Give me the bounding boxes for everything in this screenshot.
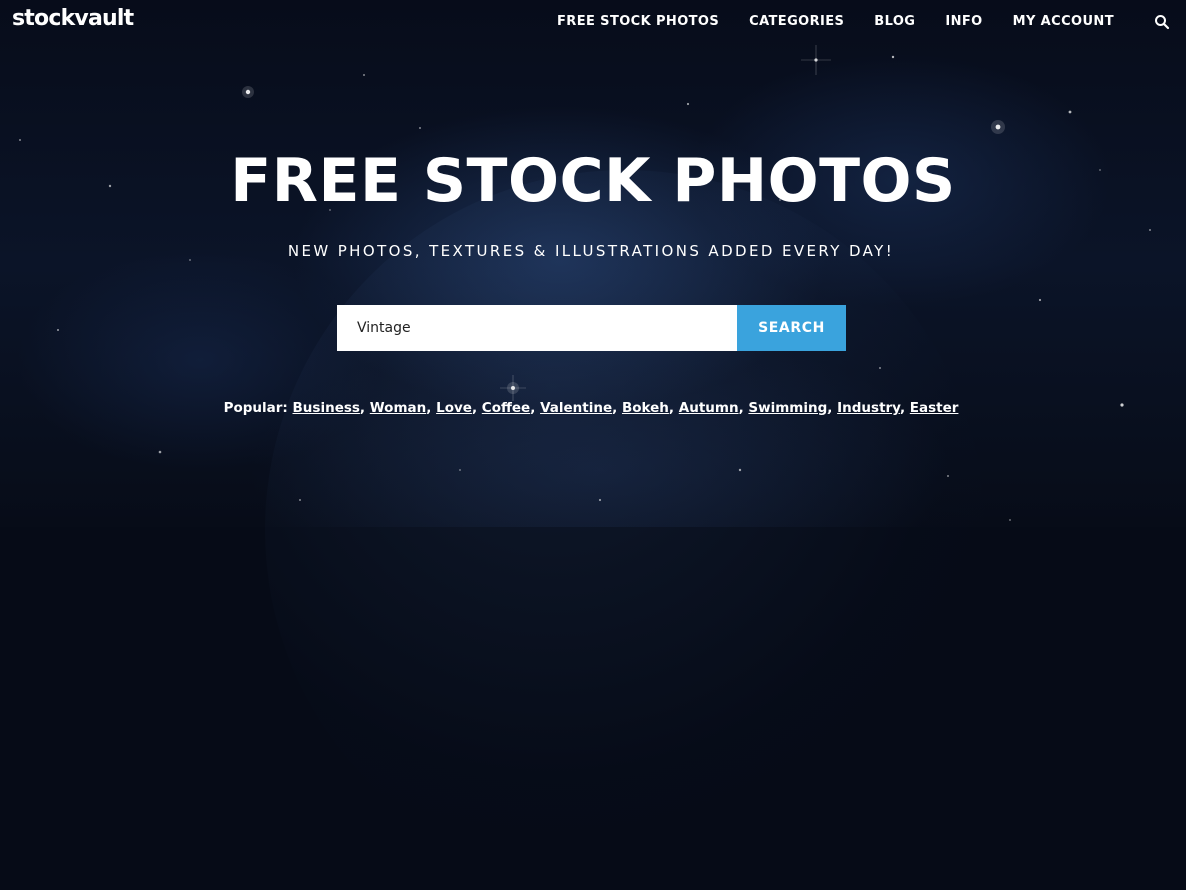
- search-button[interactable]: SEARCH: [737, 305, 846, 351]
- popular-tag-coffee[interactable]: Coffee: [482, 400, 530, 416]
- popular-tag-valentine[interactable]: Valentine: [540, 400, 612, 416]
- popular-label: Popular:: [223, 400, 288, 416]
- popular-tag-woman[interactable]: Woman: [370, 400, 426, 416]
- popular-tag-swimming[interactable]: Swimming: [748, 400, 827, 416]
- popular-tag-bokeh[interactable]: Bokeh: [622, 400, 669, 416]
- popular-tag-business[interactable]: Business: [293, 400, 360, 416]
- nav-my-account[interactable]: MY ACCOUNT: [998, 14, 1129, 29]
- nav-blog[interactable]: BLOG: [859, 14, 930, 29]
- popular-tag-easter[interactable]: Easter: [910, 400, 959, 416]
- main-nav: FREE STOCK PHOTOS CATEGORIES BLOG INFO M…: [542, 14, 1129, 29]
- hero-subtitle: NEW PHOTOS, TEXTURES & ILLUSTRATIONS ADD…: [287, 242, 895, 260]
- hero-title: FREE STOCK PHOTOS: [230, 146, 956, 216]
- popular-tag-love[interactable]: Love: [436, 400, 472, 416]
- search-icon[interactable]: [1154, 14, 1170, 30]
- starfield: [19, 45, 1151, 521]
- nav-free-stock-photos[interactable]: FREE STOCK PHOTOS: [542, 14, 734, 29]
- popular-tag-autumn[interactable]: Autumn: [679, 400, 739, 416]
- nav-info[interactable]: INFO: [930, 14, 997, 29]
- site-logo[interactable]: stockvault: [12, 6, 134, 31]
- popular-tag-industry[interactable]: Industry: [837, 400, 900, 416]
- nav-categories[interactable]: CATEGORIES: [734, 14, 859, 29]
- search-input[interactable]: [337, 305, 737, 351]
- search-form: SEARCH: [337, 305, 846, 351]
- popular-tags: Popular: Business, Woman, Love, Coffee, …: [223, 400, 959, 416]
